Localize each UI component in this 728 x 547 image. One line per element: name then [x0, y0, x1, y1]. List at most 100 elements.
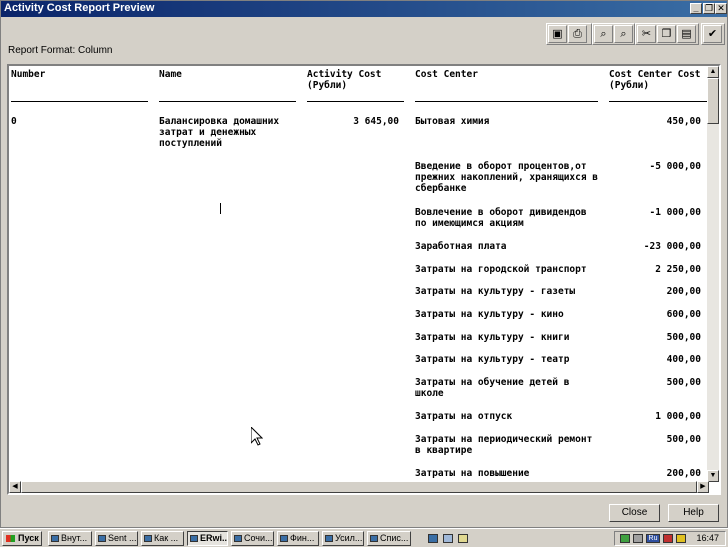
header-underline: [415, 101, 598, 102]
cost-center-name: Введение в оборот процентов,от прежних н…: [415, 161, 599, 194]
taskbar-button[interactable]: Сочи...: [231, 531, 274, 546]
text-cursor: [220, 203, 221, 214]
taskbar-button-label: Sent ...: [108, 533, 137, 543]
cost-center-name: Затраты на обучение детей в школе: [415, 377, 570, 399]
close-window-button[interactable]: ✕: [715, 3, 727, 14]
report-preview-window: Activity Cost Report Preview _ ❐ ✕ ▣ ⎙ ⌕…: [0, 0, 728, 528]
cost-center-cost: 200,00: [666, 286, 701, 297]
language-indicator[interactable]: Ru: [646, 534, 660, 543]
app-icon: [325, 535, 333, 542]
notepad-icon[interactable]: [458, 534, 468, 543]
cost-center-name: Затраты на повышение: [415, 468, 530, 479]
vertical-scrollbar[interactable]: ▲ ▼: [707, 66, 719, 482]
title-bar[interactable]: Activity Cost Report Preview _ ❐ ✕: [1, 1, 727, 17]
cost-center-cost: 1 000,00: [655, 411, 701, 422]
header-underline: [159, 101, 296, 102]
cost-center-cost: 500,00: [666, 377, 701, 388]
report-format-label: Report Format: Column: [8, 45, 113, 56]
taskbar-button-label: Спис...: [380, 533, 409, 543]
row-activity-cost: 3 645,00: [353, 116, 399, 127]
toolbar-edit: ✂ ❐ ▤: [635, 23, 699, 45]
cost-center-cost: -5 000,00: [649, 161, 701, 172]
cost-center-cost: 2 250,00: [655, 264, 701, 275]
vertical-scroll-thumb[interactable]: [707, 78, 719, 124]
find-next-icon[interactable]: ⌕: [614, 25, 633, 43]
cost-center-cost: -1 000,00: [649, 207, 701, 218]
app-icon: [51, 535, 59, 542]
horizontal-scrollbar[interactable]: ◀ ▶: [9, 481, 709, 493]
app-icon: [234, 535, 242, 542]
copy-icon[interactable]: ❐: [657, 25, 676, 43]
scroll-right-icon[interactable]: ▶: [697, 481, 709, 493]
monitor-icon[interactable]: [633, 534, 643, 543]
close-button[interactable]: Close: [609, 504, 660, 522]
outlook-icon[interactable]: [443, 534, 453, 543]
cost-center-name: Бытовая химия: [415, 116, 490, 127]
scroll-left-icon[interactable]: ◀: [9, 481, 21, 493]
window-title: Activity Cost Report Preview: [4, 2, 155, 14]
header-cost-center-cost: Cost Center Cost (Рубли): [609, 69, 701, 91]
report-pane[interactable]: Number Name Activity Cost (Рубли) Cost C…: [7, 64, 721, 495]
app-icon: [98, 535, 106, 542]
clock: 16:47: [696, 533, 719, 543]
cost-center-cost: 400,00: [666, 354, 701, 365]
header-cost-center: Cost Center: [415, 69, 478, 80]
minimize-button[interactable]: _: [690, 3, 702, 14]
maximize-button[interactable]: ❐: [703, 3, 715, 14]
app-icon: [144, 535, 152, 542]
taskbar-button[interactable]: Sent ...: [95, 531, 138, 546]
cost-center-name: Вовлечение в оборот дивидендов по имеющи…: [415, 207, 587, 229]
system-tray: Ru 16:47: [614, 531, 726, 546]
taskbar-button[interactable]: Спис...: [367, 531, 411, 546]
cost-center-name: Затраты на отпуск: [415, 411, 513, 422]
header-name: Name: [159, 69, 182, 80]
cost-center-name: Затраты на культуру - книги: [415, 332, 570, 343]
cost-center-cost: 200,00: [666, 468, 701, 479]
taskbar-button-label: Сочи...: [244, 533, 273, 543]
taskbar-button-label: Как ...: [154, 533, 179, 543]
ie-icon[interactable]: [428, 534, 438, 543]
row-name: Балансировка домашних затрат и денежных …: [159, 116, 280, 149]
toolbar-file: ▣ ⎙: [546, 23, 592, 45]
cost-center-name: Затраты на культуру - кино: [415, 309, 564, 320]
cost-center-cost: -23 000,00: [643, 241, 701, 252]
start-label: Пуск: [18, 533, 39, 543]
find-icon[interactable]: ⌕: [594, 25, 613, 43]
taskbar: Пуск Внут... Sent ... Как ... ERwi... Сочи..…: [0, 528, 728, 547]
help-button[interactable]: Help: [668, 504, 719, 522]
header-underline: [307, 101, 404, 102]
app-icon: [370, 535, 378, 542]
header-underline: [609, 101, 709, 102]
check-icon[interactable]: ✔: [703, 25, 722, 43]
cost-center-name: Затраты на культуру - театр: [415, 354, 570, 365]
save-icon[interactable]: ▣: [548, 25, 567, 43]
horizontal-scroll-thumb[interactable]: [21, 481, 697, 493]
app-icon: [190, 535, 198, 542]
taskbar-button[interactable]: ERwi...: [187, 531, 228, 546]
cost-center-cost: 500,00: [666, 434, 701, 445]
taskbar-button-label: ERwi...: [200, 533, 228, 543]
start-button[interactable]: Пуск: [2, 531, 42, 546]
print-icon[interactable]: ⎙: [568, 25, 587, 43]
cost-center-name: Затраты на периодический ремонт в кварти…: [415, 434, 593, 456]
row-number: 0: [11, 116, 17, 127]
network-icon[interactable]: [620, 534, 630, 543]
mouse-pointer-icon: [251, 427, 263, 446]
taskbar-button[interactable]: Усил...: [322, 531, 364, 546]
tray-app-icon[interactable]: [663, 534, 673, 543]
cost-center-name: Затраты на культуру - газеты: [415, 286, 576, 297]
cost-center-name: Затраты на городской транспорт: [415, 264, 587, 275]
toolbar-check: ✔: [701, 23, 725, 45]
cut-icon[interactable]: ✂: [637, 25, 656, 43]
taskbar-button[interactable]: Фин...: [277, 531, 319, 546]
windows-logo-icon: [6, 535, 15, 542]
header-underline: [11, 101, 148, 102]
volume-icon[interactable]: [676, 534, 686, 543]
scroll-up-icon[interactable]: ▲: [707, 66, 719, 78]
report-content: Number Name Activity Cost (Рубли) Cost C…: [9, 66, 709, 482]
taskbar-button[interactable]: Как ...: [141, 531, 184, 546]
paste-icon[interactable]: ▤: [677, 25, 696, 43]
cost-center-cost: 500,00: [666, 332, 701, 343]
taskbar-button[interactable]: Внут...: [48, 531, 92, 546]
app-icon: [280, 535, 288, 542]
